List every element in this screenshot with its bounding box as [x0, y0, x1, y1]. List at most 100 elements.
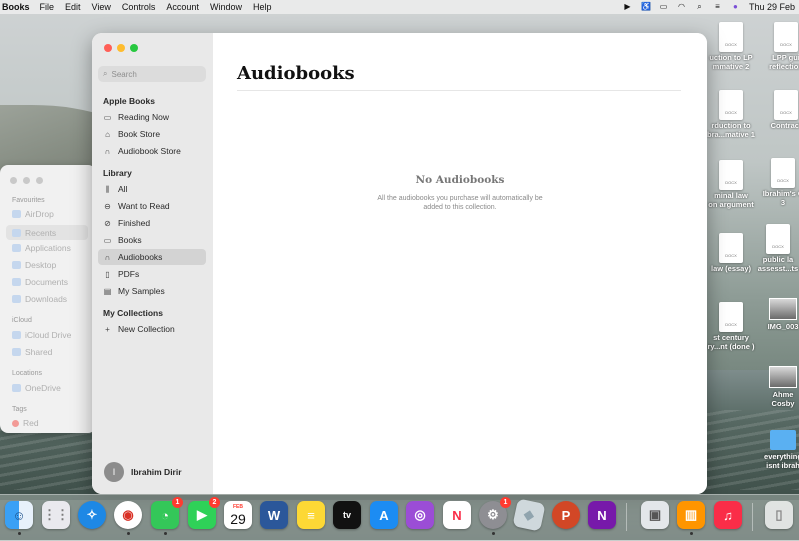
wifi-icon[interactable]: ◠ [677, 3, 686, 11]
sidebar-item-my-samples[interactable]: ▤ My Samples [98, 283, 206, 299]
empty-state-message: All the audiobooks you purchase will aut… [377, 195, 543, 211]
finder-item-onedrive[interactable]: OneDrive [12, 383, 61, 393]
dock: ☺ ⋮⋮ ✧ ◉ ◔ 1 ▶ 2 FEB 29 W ≡ tv A ◎ N ⚙ 1 ◆ … [0, 494, 799, 541]
app-menu[interactable]: Books [2, 2, 30, 12]
desktop-file[interactable]: law (essay) [705, 233, 757, 274]
desktop-file[interactable]: rduction to bra...mative 1 [705, 90, 757, 139]
launchpad-icon[interactable]: ⋮⋮ [42, 501, 70, 529]
desktop-file[interactable]: minal law on argument [705, 160, 757, 209]
menu-window[interactable]: Window [210, 2, 242, 12]
minimize-icon[interactable] [117, 44, 125, 52]
system-settings-icon[interactable]: ⚙ 1 [479, 497, 511, 529]
docx-file-icon [774, 22, 798, 52]
docx-file-icon [719, 90, 743, 120]
running-indicator [690, 532, 693, 535]
checkmark-circle-icon: ⊘ [104, 218, 111, 228]
play-icon[interactable]: ▶ [623, 3, 632, 11]
menu-edit[interactable]: Edit [65, 2, 81, 12]
sidebar-item-book-store[interactable]: ⌂ Book Store [98, 126, 206, 142]
app-store-icon[interactable]: A [370, 501, 398, 529]
desktop-photo[interactable]: IMG_003 [757, 298, 799, 332]
menu-file[interactable]: File [40, 2, 55, 12]
airdrop-icon [12, 210, 21, 218]
news-icon[interactable]: N [443, 501, 471, 529]
messages-badge: 1 [172, 497, 183, 508]
finder-window: Favourites AirDrop Recents Applications … [0, 165, 96, 433]
search-input[interactable]: ⌕ Search [98, 66, 206, 82]
podcasts-icon[interactable]: ◎ [406, 501, 434, 529]
desktop-file[interactable]: LPP gui reflection [760, 22, 799, 71]
books-icon[interactable]: ▥ [677, 501, 705, 529]
siri-icon[interactable]: ● [731, 3, 740, 11]
sidebar-item-reading-now[interactable]: ▭ Reading Now [98, 109, 206, 125]
chrome-icon[interactable]: ◉ [114, 501, 142, 529]
finder-icon[interactable]: ☺ [5, 501, 33, 529]
desktop-file[interactable]: uction to LP mmative 2 [705, 22, 757, 71]
shared-folder-icon [12, 348, 21, 356]
docx-file-icon [719, 22, 743, 52]
desktop-file[interactable]: st century ry...nt (done ) [705, 302, 757, 351]
apple-tv-icon[interactable]: tv [333, 501, 361, 529]
menu-view[interactable]: View [92, 2, 111, 12]
finder-item-airdrop[interactable]: AirDrop [12, 209, 54, 219]
account-button[interactable]: I Ibrahim Dirir [104, 462, 182, 482]
battery-icon[interactable]: ▭ [659, 3, 668, 11]
sidebar-item-books[interactable]: ▭ Books [98, 232, 206, 248]
preview-icon[interactable]: ▣ [641, 501, 669, 529]
search-icon[interactable]: ⌕ [695, 3, 704, 11]
control-center-icon[interactable]: ≡ [713, 3, 722, 11]
sidebar: ⌕ Search Apple Books ▭ Reading Now ⌂ Book … [92, 33, 214, 494]
sidebar-item-all[interactable]: ⫼ All [98, 181, 206, 197]
cloud-icon [12, 331, 21, 339]
finder-item-documents[interactable]: Documents [12, 277, 68, 287]
sidebar-item-finished[interactable]: ⊘ Finished [98, 215, 206, 231]
roblox-icon[interactable]: ◆ [512, 498, 546, 532]
document-icon [12, 278, 21, 286]
minimize-icon[interactable] [23, 177, 30, 184]
calendar-icon[interactable]: FEB 29 [224, 501, 252, 529]
finder-item-icloud-drive[interactable]: iCloud Drive [12, 330, 71, 340]
onenote-icon[interactable]: N [588, 501, 616, 529]
finder-item-recents[interactable]: Recents [6, 225, 88, 240]
facetime-icon[interactable]: ▶ 2 [188, 497, 220, 529]
trash-icon[interactable]: ▯ [765, 501, 793, 529]
running-indicator [127, 532, 130, 535]
dock-separator [752, 503, 753, 531]
finder-tag-red[interactable]: Red [12, 418, 39, 428]
clock-icon [12, 228, 21, 237]
menu-controls[interactable]: Controls [122, 2, 156, 12]
word-icon[interactable]: W [260, 501, 288, 529]
sidebar-item-pdfs[interactable]: ▯ PDFs [98, 266, 206, 282]
sidebar-item-want-to-read[interactable]: ⊖ Want to Read [98, 198, 206, 214]
zoom-icon[interactable] [36, 177, 43, 184]
finder-item-downloads[interactable]: Downloads [12, 294, 67, 304]
sidebar-item-audiobook-store[interactable]: ∩ Audiobook Store [98, 143, 206, 159]
zoom-icon[interactable] [130, 44, 138, 52]
close-icon[interactable] [10, 177, 17, 184]
accessibility-icon[interactable]: ♿ [641, 3, 651, 11]
messages-icon[interactable]: ◔ 1 [151, 497, 183, 529]
desktop-folder[interactable]: everything isnt ibrah [757, 430, 799, 470]
finder-item-desktop[interactable]: Desktop [12, 260, 56, 270]
menu-help[interactable]: Help [253, 2, 272, 12]
finder-item-applications[interactable]: Applications [12, 243, 71, 253]
menu-account[interactable]: Account [166, 2, 199, 12]
docx-file-icon [719, 233, 743, 263]
close-icon[interactable] [104, 44, 112, 52]
new-collection-button[interactable]: + New Collection [98, 321, 206, 337]
finder-item-shared[interactable]: Shared [12, 347, 52, 357]
red-tag-icon [12, 419, 19, 427]
desktop-file[interactable]: Ibrahim's C 3 [757, 158, 799, 207]
sidebar-item-audiobooks[interactable]: ∩ Audiobooks [98, 249, 206, 265]
books-window: ⌕ Search Apple Books ▭ Reading Now ⌂ Book … [92, 33, 707, 494]
desktop-photo[interactable]: Ahme Cosby [757, 366, 799, 408]
music-icon[interactable]: ♫ [714, 501, 742, 529]
desktop-file[interactable]: public la assesst...ts [752, 224, 799, 273]
divider [237, 90, 681, 91]
notes-icon[interactable]: ≡ [297, 501, 325, 529]
user-name: Ibrahim Dirir [131, 467, 182, 477]
desktop-file[interactable]: Contract [760, 90, 799, 131]
safari-icon[interactable]: ✧ [78, 501, 106, 529]
powerpoint-icon[interactable]: P [552, 501, 580, 529]
menu-clock[interactable]: Thu 29 Feb [749, 2, 795, 12]
